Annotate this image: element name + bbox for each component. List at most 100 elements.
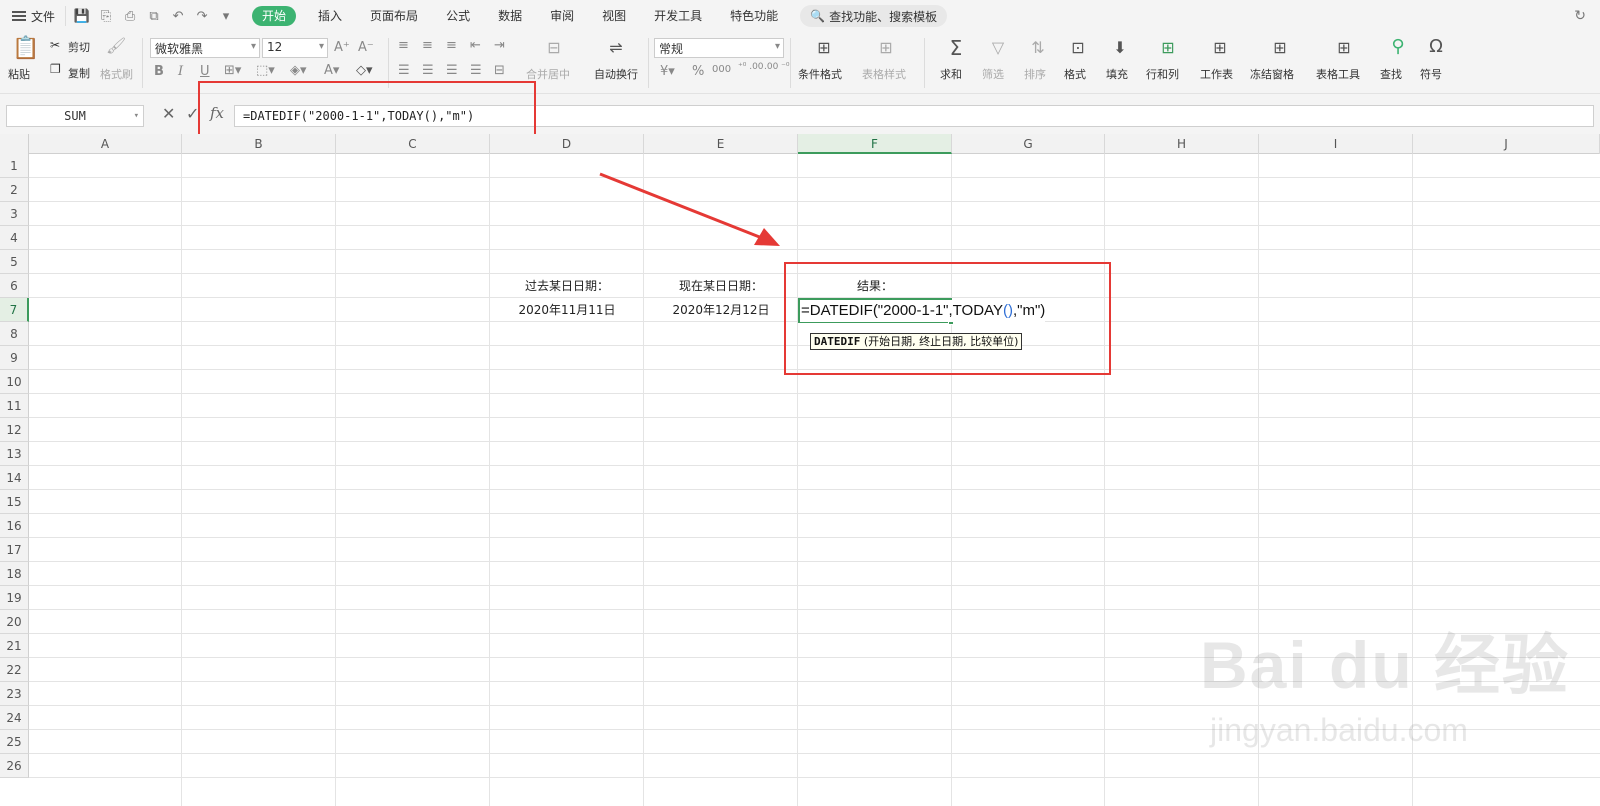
tab-review[interactable]: 审阅 [536,0,588,32]
row-header-15[interactable]: 15 [0,490,29,514]
row-header-16[interactable]: 16 [0,514,29,538]
format-icon[interactable]: ⊡ [1066,38,1090,57]
decrease-font-icon[interactable]: A⁻ [358,40,374,55]
wrap-text-icon[interactable]: ⇌ [602,38,630,57]
row-header-9[interactable]: 9 [0,346,29,370]
cancel-icon[interactable]: ✕ [162,104,175,123]
format-painter-button[interactable]: 格式刷 [100,66,133,82]
find-icon[interactable]: ⚲ [1386,36,1410,57]
row-header-14[interactable]: 14 [0,466,29,490]
row-header-3[interactable]: 3 [0,202,29,226]
column-header-a[interactable]: A [29,134,182,154]
symbol-button[interactable]: 符号 [1420,66,1442,82]
tab-view[interactable]: 视图 [588,0,640,32]
cell-style-icon[interactable]: ⬚▾ [256,63,275,78]
export-icon[interactable]: ⎘ [96,6,116,26]
fill-color-icon[interactable]: ◈▾ [290,63,307,78]
font-color-icon[interactable]: A▾ [324,63,339,78]
bold-icon[interactable]: B [154,64,164,79]
column-header-d[interactable]: D [490,134,644,154]
print-icon[interactable]: ⎙ [120,6,140,26]
copy-icon[interactable]: ❐ [50,62,61,76]
increase-font-icon[interactable]: A⁺ [334,40,350,55]
indent-decrease-icon[interactable]: ⇤ [470,38,481,53]
sum-icon[interactable]: Σ [944,36,968,60]
worksheet-button[interactable]: 工作表 [1200,66,1233,82]
percent-icon[interactable]: % [692,64,704,79]
tab-formulas[interactable]: 公式 [432,0,484,32]
row-header-13[interactable]: 13 [0,442,29,466]
tab-insert[interactable]: 插入 [304,0,356,32]
row-header-6[interactable]: 6 [0,274,29,298]
undo-icon[interactable]: ↶ [168,6,188,26]
sync-icon[interactable]: ↻ [1574,8,1586,24]
column-header-b[interactable]: B [182,134,336,154]
cut-icon[interactable]: ✂ [50,38,60,52]
clear-format-icon[interactable]: ◇▾ [356,63,373,78]
column-header-h[interactable]: H [1105,134,1259,154]
align-left-icon[interactable]: ☰ [398,63,410,78]
row-col-icon[interactable]: ⊞ [1156,38,1180,57]
row-header-1[interactable]: 1 [0,154,29,178]
row-header-2[interactable]: 2 [0,178,29,202]
format-painter-icon[interactable]: 🖌 [106,36,126,55]
row-header-20[interactable]: 20 [0,610,29,634]
find-button[interactable]: 查找 [1380,66,1402,82]
thousands-icon[interactable]: 000 [712,64,731,75]
select-all-corner[interactable] [0,134,29,154]
font-name-select[interactable]: 微软雅黑 ▾ [150,38,260,58]
italic-icon[interactable]: I [178,64,183,79]
cell-d7[interactable]: 2020年11月11日 [490,298,644,322]
worksheet-icon[interactable]: ⊞ [1208,38,1232,57]
tab-page-layout[interactable]: 页面布局 [356,0,432,32]
redo-icon[interactable]: ↷ [192,6,212,26]
row-header-17[interactable]: 17 [0,538,29,562]
paste-button[interactable]: 粘贴 [8,66,30,82]
cell-d6[interactable]: 过去某日日期： [490,274,644,298]
row-header-4[interactable]: 4 [0,226,29,250]
align-right-icon[interactable]: ☰ [446,63,458,78]
spreadsheet-grid[interactable]: A B C D E F G H I J 1 2 3 4 5 6 7 8 9 10 11 12 13 14 1… [0,134,1600,806]
row-header-10[interactable]: 10 [0,370,29,394]
freeze-button[interactable]: 冻结窗格 [1250,66,1294,82]
wrap-text-button[interactable]: 自动换行 [594,66,638,82]
underline-icon[interactable]: U [200,64,210,79]
table-tools-icon[interactable]: ⊞ [1332,38,1356,57]
indent-increase-icon[interactable]: ⇥ [494,38,505,53]
increase-decimal-icon[interactable]: ⁺⁰ .00 [738,62,764,72]
tab-special[interactable]: 特色功能 [716,0,792,32]
align-center-icon[interactable]: ☰ [422,63,434,78]
table-tools-button[interactable]: 表格工具 [1316,66,1360,82]
row-header-22[interactable]: 22 [0,658,29,682]
paste-icon[interactable]: 📋 [12,36,39,61]
row-header-24[interactable]: 24 [0,706,29,730]
align-top-icon[interactable]: ≡ [398,38,409,53]
table-style-icon[interactable]: ⊞ [874,38,898,57]
sum-button[interactable]: 求和 [940,66,962,82]
font-size-select[interactable]: 12 ▾ [262,38,328,58]
symbol-icon[interactable]: Ω [1424,36,1448,57]
print-preview-icon[interactable]: ⧉ [144,6,164,26]
currency-icon[interactable]: ¥▾ [660,64,675,79]
freeze-icon[interactable]: ⊞ [1268,38,1292,57]
fill-icon[interactable]: ⬇ [1108,38,1132,57]
row-col-button[interactable]: 行和列 [1146,66,1179,82]
column-header-i[interactable]: I [1259,134,1413,154]
feature-search-box[interactable]: 🔍 查找功能、搜索模板 [800,5,948,27]
decrease-decimal-icon[interactable]: .00 ⁻⁰ [764,62,790,72]
tab-home[interactable]: 开始 [252,6,297,26]
column-header-f[interactable]: F [798,134,952,154]
row-header-21[interactable]: 21 [0,634,29,658]
row-header-26[interactable]: 26 [0,754,29,778]
conditional-format-icon[interactable]: ⊞ [812,38,836,57]
tab-data[interactable]: 数据 [484,0,536,32]
tab-developer[interactable]: 开发工具 [640,0,716,32]
row-header-25[interactable]: 25 [0,730,29,754]
conditional-format-button[interactable]: 条件格式 [798,66,842,82]
row-header-11[interactable]: 11 [0,394,29,418]
sort-icon[interactable]: ⇅ [1026,38,1050,57]
column-header-j[interactable]: J [1413,134,1600,154]
merge-center-icon[interactable]: ⊟ [540,38,568,57]
cell-e6[interactable]: 现在某日日期： [644,274,798,298]
table-style-button[interactable]: 表格样式 [862,66,906,82]
